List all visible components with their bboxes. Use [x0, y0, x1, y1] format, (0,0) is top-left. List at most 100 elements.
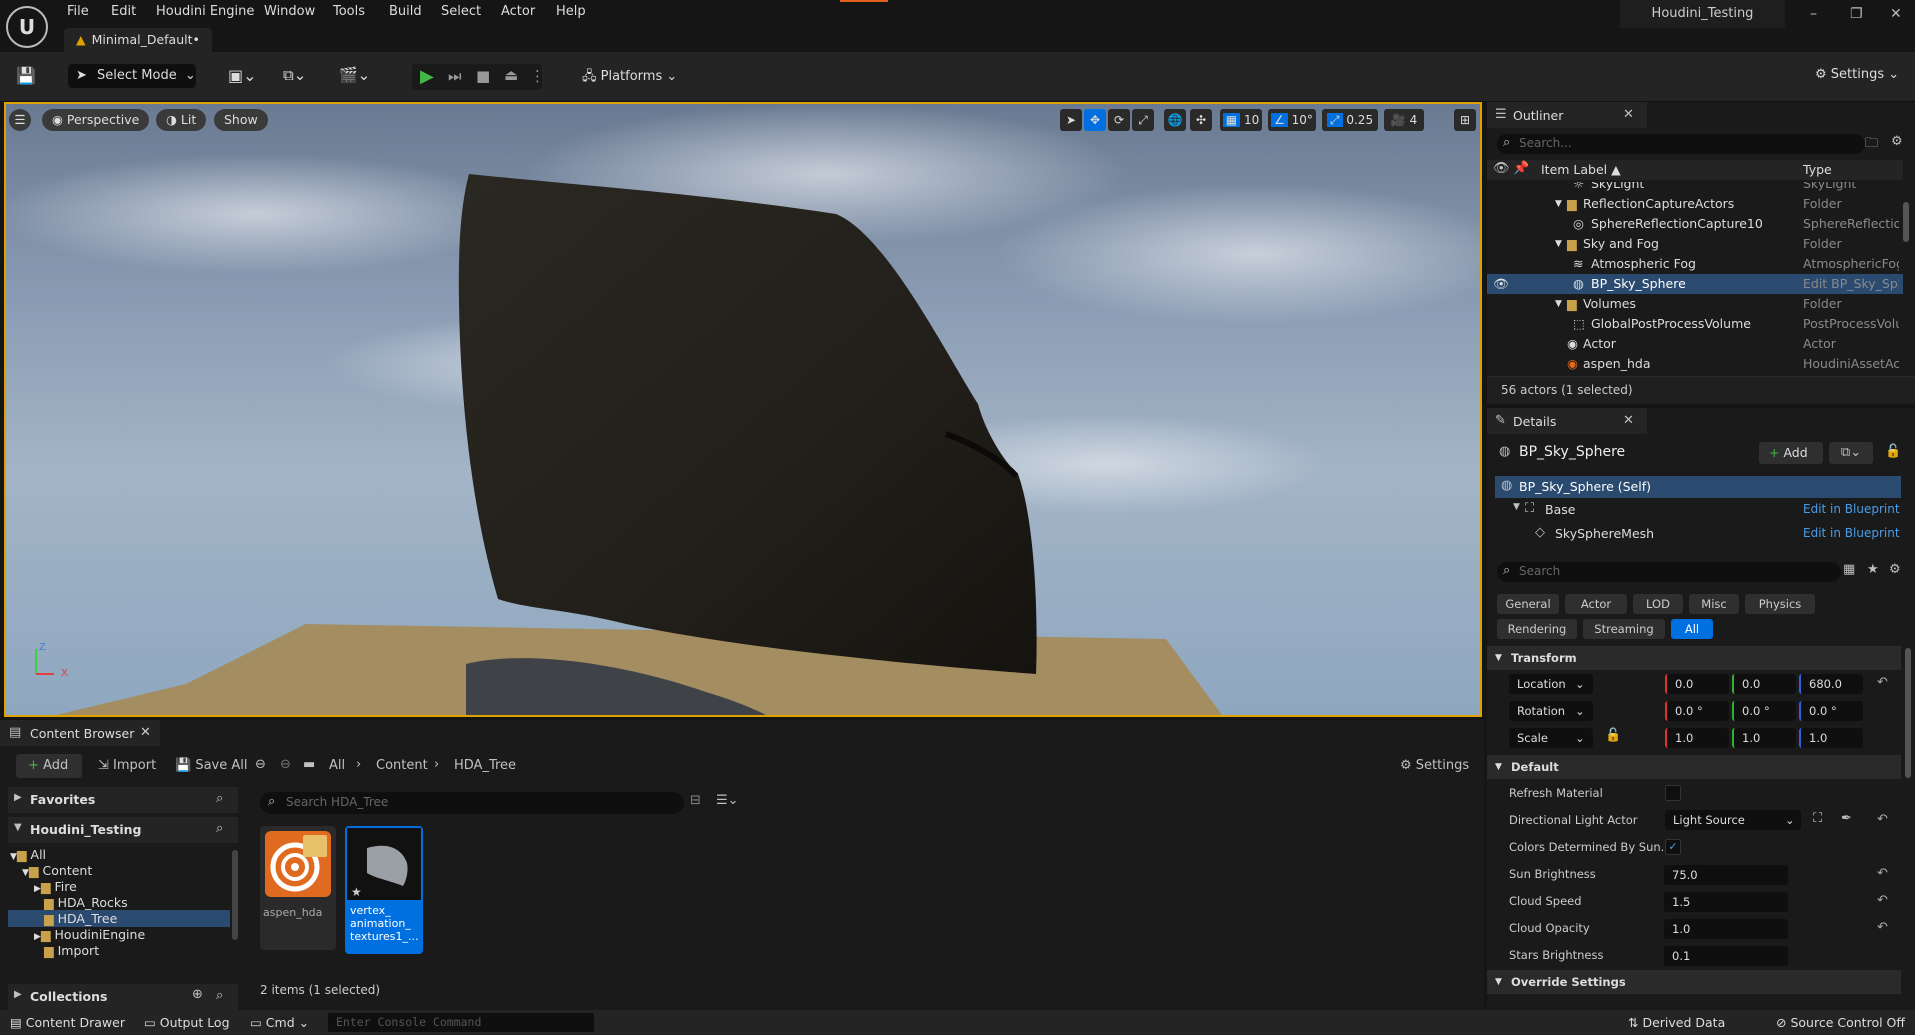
close-icon[interactable]: ✕	[1623, 107, 1634, 122]
collections-section[interactable]: ▶ Collections ⊕ ⌕	[8, 984, 238, 1010]
component-self-row[interactable]: ◍ BP_Sky_Sphere (Self)	[1495, 476, 1901, 498]
tree-item-content[interactable]: ▼▆ Content	[22, 863, 92, 878]
outliner-row-selected[interactable]: 👁 ◍ BP_Sky_Sphere Edit BP_Sky_Sph	[1487, 274, 1903, 294]
directional-light-dropdown[interactable]: Light Source ⌄	[1665, 810, 1801, 830]
menu-file[interactable]: File	[67, 4, 89, 19]
lock-icon[interactable]: 🔓	[1885, 444, 1901, 459]
outliner-scrollbar[interactable]	[1903, 202, 1909, 242]
tree-scrollbar[interactable]	[232, 850, 238, 940]
outliner-row[interactable]: ◎ SphereReflectionCapture10 SphereReflecti…	[1487, 214, 1903, 234]
content-drawer-button[interactable]: ▤ Content Drawer	[10, 1015, 125, 1030]
more-options-icon[interactable]: ⋮	[530, 67, 545, 85]
outliner-row[interactable]: ≋ Atmospheric Fog AtmosphericFog	[1487, 254, 1903, 274]
search-icon[interactable]: ⌕	[216, 821, 223, 836]
scale-z[interactable]: 1.0	[1799, 728, 1863, 748]
edit-blueprint-link[interactable]: Edit BP_Sky_Sph	[1803, 274, 1899, 294]
filter-all[interactable]: All	[1671, 619, 1713, 639]
scale-y[interactable]: 1.0	[1732, 728, 1796, 748]
search-icon[interactable]: ⌕	[216, 988, 223, 1003]
console-input[interactable]: Enter Console Command	[328, 1013, 594, 1032]
rotation-snap-toggle[interactable]: ∠ 10°	[1268, 109, 1316, 131]
breadcrumb-hda-tree[interactable]: HDA_Tree	[454, 758, 516, 773]
column-item-label[interactable]: Item Label ▲	[1541, 162, 1621, 177]
search-icon[interactable]: ⌕	[216, 791, 223, 806]
table-view-icon[interactable]: ▦	[1843, 562, 1855, 577]
viewport-menu-icon[interactable]: ☰	[9, 109, 31, 131]
step-icon[interactable]: ⏭	[448, 67, 462, 85]
filter-general[interactable]: General	[1497, 594, 1559, 614]
filter-icon[interactable]: ☰⌄	[716, 793, 739, 808]
reset-icon[interactable]: ↶	[1877, 893, 1888, 908]
outliner-row[interactable]: ▼ ▆ Sky and Fog Folder	[1487, 234, 1903, 254]
tree-item-all[interactable]: ▼▆ All	[10, 847, 46, 862]
tree-item-hda-rocks[interactable]: ▆ HDA_Rocks	[44, 895, 128, 910]
level-tab[interactable]: ▲ Minimal_Default•	[64, 28, 212, 52]
close-icon[interactable]: ✕	[1890, 6, 1902, 22]
sun-brightness-input[interactable]: 75.0	[1664, 865, 1788, 885]
details-search-input[interactable]: ⌕ Search	[1497, 562, 1841, 582]
cloud-opacity-input[interactable]: 1.0	[1664, 919, 1788, 939]
grid-snap-toggle[interactable]: ▦ 10	[1220, 109, 1262, 131]
filter-physics[interactable]: Physics	[1745, 594, 1815, 614]
component-base-row[interactable]: ▼ ⛶ Base Edit in Blueprint	[1495, 500, 1901, 520]
refresh-material-checkbox[interactable]	[1665, 785, 1681, 801]
close-icon[interactable]: ✕	[140, 725, 151, 740]
content-browser-tab[interactable]: ▤ Content Browser ✕	[0, 720, 160, 746]
outliner-tab[interactable]: ☰ Outliner ✕	[1487, 102, 1647, 128]
cloth-mesh[interactable]	[458, 174, 1037, 674]
platforms-button[interactable]: 🖧 Platforms ⌄	[582, 67, 677, 89]
output-log-button[interactable]: ▭ Output Log	[144, 1015, 230, 1030]
derived-data-button[interactable]: ⇅ Derived Data	[1628, 1015, 1725, 1030]
camera-speed-button[interactable]: 🎥 4	[1384, 109, 1424, 131]
perspective-button[interactable]: ◉ Perspective	[42, 109, 150, 131]
rotate-tool-icon[interactable]: ⟳	[1108, 109, 1130, 131]
scale-tool-icon[interactable]: ⤢	[1132, 109, 1154, 131]
filter-streaming[interactable]: Streaming	[1583, 619, 1665, 639]
details-tab[interactable]: ✎ Details ✕	[1487, 408, 1647, 434]
gear-icon[interactable]: ⚙	[1891, 134, 1903, 149]
outliner-row[interactable]: ◉ aspen_hda HoudiniAssetAct	[1487, 354, 1903, 374]
save-search-icon[interactable]: ⊟	[690, 793, 701, 808]
stop-icon[interactable]: ■	[476, 67, 490, 85]
settings-button[interactable]: ⚙ Settings ⌄	[1815, 67, 1899, 82]
tree-item-fire[interactable]: ▶▆ Fire	[34, 879, 77, 894]
reset-icon[interactable]: ↶	[1877, 675, 1888, 690]
menu-actor[interactable]: Actor	[501, 4, 535, 19]
add-content-icon[interactable]: ▣⌄	[228, 66, 257, 85]
stars-brightness-input[interactable]: 0.1	[1664, 946, 1788, 966]
filter-misc[interactable]: Misc	[1689, 594, 1739, 614]
colors-determined-checkbox[interactable]: ✓	[1665, 839, 1681, 855]
outliner-search-input[interactable]: ⌕ Search...	[1497, 134, 1865, 154]
show-button[interactable]: Show	[214, 109, 268, 131]
menu-build[interactable]: Build	[389, 4, 422, 19]
add-button[interactable]: + Add	[16, 754, 82, 778]
rotation-dropdown[interactable]: Rotation ⌄	[1509, 701, 1593, 721]
menu-tools[interactable]: Tools	[333, 4, 365, 19]
visibility-icon[interactable]: 👁	[1493, 161, 1510, 176]
section-default[interactable]: ▼ Default	[1487, 755, 1901, 779]
filter-actor[interactable]: Actor	[1565, 594, 1627, 614]
breadcrumb-all[interactable]: All	[329, 758, 345, 773]
location-z[interactable]: 680.0	[1799, 674, 1863, 694]
unreal-logo-icon[interactable]: U	[6, 6, 48, 48]
outliner-row[interactable]: ☼ SkyLight SkyLight	[1487, 182, 1903, 194]
eject-icon[interactable]: ⏏	[504, 66, 518, 84]
lock-icon[interactable]: 🔓	[1605, 728, 1621, 743]
asset-tile-aspen-hda[interactable]: aspen_hda	[260, 826, 336, 950]
surface-snap-icon[interactable]: ✣	[1190, 109, 1212, 131]
rotation-y[interactable]: 0.0 °	[1732, 701, 1796, 721]
add-collection-icon[interactable]: ⊕	[192, 987, 203, 1002]
location-x[interactable]: 0.0	[1665, 674, 1729, 694]
outliner-row[interactable]: ▼ ▆ ReflectionCaptureActors Folder	[1487, 194, 1903, 214]
pin-icon[interactable]: 📌	[1513, 161, 1529, 176]
translate-tool-icon[interactable]: ✥	[1084, 109, 1106, 131]
gear-icon[interactable]: ⚙	[1889, 562, 1901, 577]
project-section[interactable]: ▼ Houdini_Testing ⌕	[8, 817, 238, 843]
asset-tile-vertex-animation[interactable]: ★ vertex_ animation_ textures1_...	[345, 826, 423, 954]
filter-rendering[interactable]: Rendering	[1497, 619, 1577, 639]
section-transform[interactable]: ▼ Transform	[1487, 646, 1901, 670]
section-override-settings[interactable]: ▼ Override Settings	[1487, 970, 1901, 994]
rotation-x[interactable]: 0.0 °	[1665, 701, 1729, 721]
location-y[interactable]: 0.0	[1732, 674, 1796, 694]
scale-dropdown[interactable]: Scale ⌄	[1509, 728, 1593, 748]
